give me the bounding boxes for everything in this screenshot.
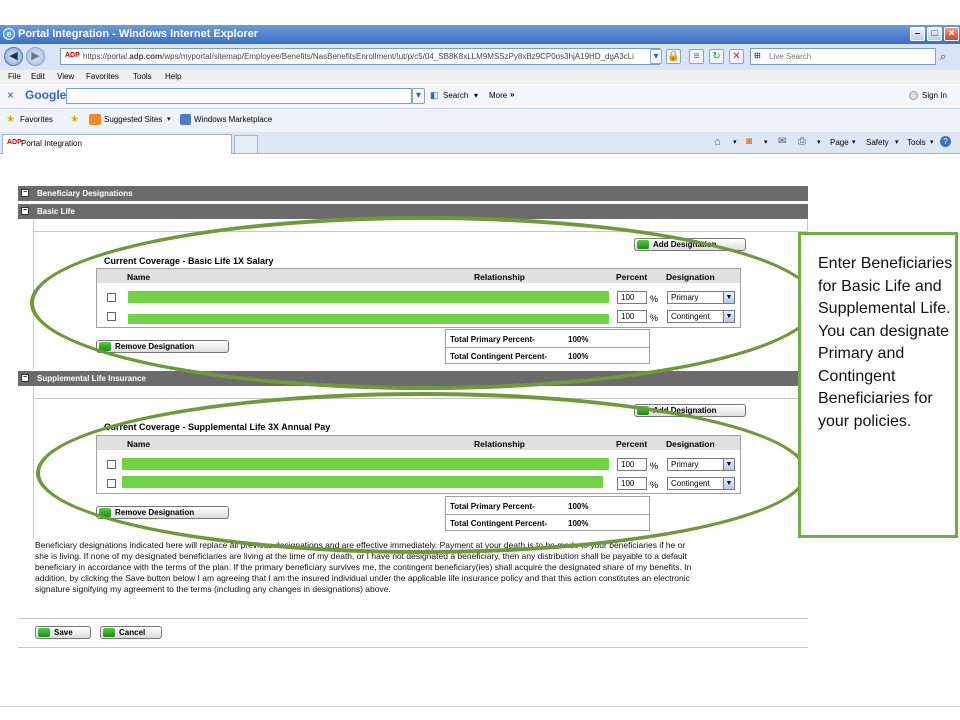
live-search-input[interactable]: ⊞ Live Search <box>750 48 936 65</box>
home-dropdown-icon[interactable]: ▾ <box>733 138 737 146</box>
adp-tab-icon: ADP <box>7 139 22 146</box>
button-glyph-icon <box>38 628 50 637</box>
favorites-star-icon: ★ <box>6 114 15 125</box>
menu-edit[interactable]: Edit <box>31 72 45 81</box>
menu-bar: File Edit View Favorites Tools Help <box>0 70 960 84</box>
live-search-logo-icon: ⊞ <box>754 51 761 60</box>
windows-marketplace-link[interactable]: Windows Marketplace <box>194 115 272 124</box>
favorites-bar: ★ Favorites ★ Suggested Sites ▾ Windows … <box>0 110 960 132</box>
google-search-dropdown-icon[interactable]: ▾ <box>474 91 478 100</box>
print-dropdown-icon[interactable]: ▾ <box>817 138 821 146</box>
section-title: Basic Life <box>37 207 75 216</box>
google-toolbar: × Google ▾ ◧ Search ▾ More » Sign In <box>0 84 960 109</box>
menu-view[interactable]: View <box>57 72 74 81</box>
favorites-button[interactable]: Favorites <box>20 115 53 124</box>
section-beneficiary-designations[interactable]: − Beneficiary Designations <box>18 186 808 201</box>
collapse-icon[interactable]: − <box>21 189 29 197</box>
rss-feed-icon[interactable]: ◙ <box>746 136 752 147</box>
divider <box>18 618 808 619</box>
maximize-icon[interactable]: □ <box>927 27 942 41</box>
sign-in-link[interactable]: Sign In <box>922 91 947 100</box>
google-search-icon: ◧ <box>430 90 439 100</box>
refresh-icon[interactable]: ↻ <box>709 49 724 64</box>
google-search-button[interactable]: Search <box>443 91 468 100</box>
live-search-placeholder: Live Search <box>769 52 812 61</box>
button-label: Cancel <box>119 628 146 637</box>
window-title-bar: e Portal Integration - Windows Internet … <box>0 25 960 44</box>
menu-favorites[interactable]: Favorites <box>86 72 119 81</box>
collapse-icon[interactable]: − <box>21 374 29 382</box>
adp-favicon-icon: ADP <box>65 52 80 59</box>
suggested-sites-icon <box>89 114 101 125</box>
menu-help[interactable]: Help <box>165 72 181 81</box>
page-menu[interactable]: Page <box>830 138 849 147</box>
divider <box>18 647 808 648</box>
tab-portal-integration[interactable]: ADP Portal Integration <box>2 134 232 154</box>
close-icon[interactable]: × <box>944 27 959 41</box>
url-domain: adp.com <box>129 52 163 61</box>
safety-menu[interactable]: Safety <box>866 138 889 147</box>
forward-icon[interactable]: ▶ <box>26 47 45 66</box>
more-chevron-icon: » <box>510 90 515 99</box>
tools-menu[interactable]: Tools <box>907 138 926 147</box>
button-glyph-icon <box>103 628 115 637</box>
user-icon <box>909 91 918 100</box>
stop-icon[interactable]: ✕ <box>729 49 744 64</box>
status-bar-divider <box>0 706 960 707</box>
google-toolbar-close-icon[interactable]: × <box>7 88 14 102</box>
instruction-callout: Enter Beneficiaries for Basic Life and S… <box>798 232 958 538</box>
back-icon[interactable]: ◀ <box>4 47 23 66</box>
tools-dropdown-icon[interactable]: ▾ <box>930 138 934 146</box>
feed-dropdown-icon[interactable]: ▾ <box>764 138 768 146</box>
save-button[interactable]: Save <box>35 626 91 639</box>
safety-dropdown-icon[interactable]: ▾ <box>895 138 899 146</box>
lock-icon[interactable]: 🔒 <box>666 49 681 64</box>
help-icon[interactable]: ? <box>940 136 951 147</box>
address-toolbar: ◀ ▶ ADP https://portal.adp.com/wps/mypor… <box>0 44 960 70</box>
url-rest: /wps/myportal/sitemap/Employee/Benefits/… <box>162 52 634 61</box>
new-tab-button[interactable] <box>234 135 258 153</box>
address-dropdown-icon[interactable]: ▾ <box>650 49 662 64</box>
mail-icon[interactable]: ✉ <box>778 136 786 147</box>
ie-logo-icon: e <box>3 28 15 40</box>
suggested-dropdown-icon[interactable]: ▾ <box>167 115 171 123</box>
marketplace-icon <box>180 114 191 125</box>
button-label: Save <box>54 628 73 637</box>
window-title: Portal Integration - Windows Internet Ex… <box>18 28 259 40</box>
cancel-button[interactable]: Cancel <box>100 626 162 639</box>
tab-bar: ADP Portal Integration ⌂ ▾ ◙ ▾ ✉ ⎙ ▾ Pag… <box>0 132 960 154</box>
search-icon[interactable]: ⌕ <box>940 51 946 64</box>
suggested-sites-link[interactable]: Suggested Sites <box>104 115 162 124</box>
menu-tools[interactable]: Tools <box>133 72 152 81</box>
section-title: Beneficiary Designations <box>37 189 133 198</box>
collapse-icon[interactable]: − <box>21 207 29 215</box>
print-icon[interactable]: ⎙ <box>798 136 806 147</box>
google-search-input[interactable] <box>66 88 412 104</box>
url-prefix: https://portal. <box>83 52 130 61</box>
tab-label: Portal Integration <box>21 139 82 148</box>
section-title: Supplemental Life Insurance <box>37 374 146 383</box>
menu-file[interactable]: File <box>8 72 21 81</box>
home-icon[interactable]: ⌂ <box>714 136 721 148</box>
compat-view-icon[interactable]: ≡ <box>689 49 704 64</box>
google-more-button[interactable]: More <box>489 91 507 100</box>
google-dropdown-icon[interactable]: ▾ <box>412 88 425 104</box>
page-dropdown-icon[interactable]: ▾ <box>852 138 856 146</box>
address-input[interactable]: ADP https://portal.adp.com/wps/myportal/… <box>60 48 660 65</box>
highlight-ellipse-supplemental-life <box>36 392 808 554</box>
minimize-icon[interactable]: – <box>910 27 925 41</box>
add-favorites-icon[interactable]: ★ <box>70 114 79 125</box>
highlight-ellipse-basic-life <box>30 216 818 390</box>
google-logo: Google <box>25 88 67 102</box>
